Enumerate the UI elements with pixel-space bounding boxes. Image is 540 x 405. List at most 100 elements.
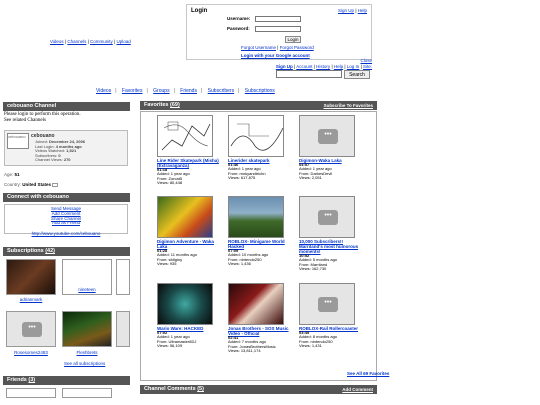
subscription-name[interactable]: nineteen [62,287,112,292]
videos-link[interactable]: Videos [50,39,64,44]
video-thumbnail[interactable] [157,115,213,157]
nav-favorites[interactable]: Favorites [122,88,143,94]
channel-url[interactable]: http://www.youtube.com/cebouano [4,231,128,236]
subscription-thumb[interactable] [62,311,112,347]
add-friend-link[interactable]: Add as Friend [5,221,127,226]
see-all-subscriptions-link[interactable]: See all subscriptions [64,361,105,366]
video-views: Views: 2,051 [299,175,322,181]
subscription-thumb[interactable]: ••• [6,311,56,347]
profile-details: Joined: December 24, 2006 Last Login: 4 … [35,139,86,163]
upload-link[interactable]: Upload [116,39,130,44]
video-thumbnail[interactable]: ••• [299,115,355,157]
help-link[interactable]: Help [358,8,367,13]
close-link[interactable]: Close [360,58,372,63]
video-views: Views: 13,811,174 [228,348,261,354]
friend-thumb[interactable] [62,388,112,398]
password-input[interactable] [255,26,301,32]
flag-icon [52,182,59,187]
profile-box: cebouano cebouano Joined: December 24, 2… [4,130,128,166]
nav-friends[interactable]: Friends [180,88,197,94]
video-views: Views: 935 [157,261,177,267]
video-item: ••• Digimon-Waka Laka 04:57 Added: 1 yea… [299,115,363,181]
video-title[interactable]: 10,000 Subscribers!! Marriland's most hu… [299,239,363,254]
utility-links: Sign Up | Account | History | Help | Log… [275,64,372,69]
age-country: Age: 51 Country: United States [4,170,59,190]
placeholder-icon: ••• [318,297,338,312]
nav-groups[interactable]: Groups [153,88,169,94]
video-item: Jonas Brothers - SOS Music Video - Offic… [228,283,292,354]
login-box: Login Sign Up | Help Username: Password:… [186,4,372,60]
video-views: Views: 80,448 [157,180,183,186]
see-all-favorites-link[interactable]: See All 69 Favorites [347,371,389,376]
forgot-username-link[interactable]: Forgot Username [241,45,276,50]
nav-subscribers[interactable]: Subscribers [208,88,234,94]
video-item: Linerider skatepark 01:46 Added: 1 year … [228,115,292,181]
avatar[interactable]: cebouano [7,133,29,149]
nav-videos[interactable]: Videos [96,88,111,94]
search-button[interactable]: Search [344,70,370,79]
forgot-password-link[interactable]: Forgot Password [280,45,314,50]
friends-count[interactable]: (3) [28,377,35,383]
login-button[interactable]: Login [285,36,301,43]
video-item: Wario Ware: HACKED 07:02 Added: 1 year a… [157,283,221,349]
channel-header: cebouano Channel [3,102,130,111]
util-signup-link[interactable]: Sign Up [276,64,293,69]
friend-thumb[interactable] [6,388,56,398]
related-channels-text: See related Channels [4,118,46,123]
connect-header: Connect with cebouano [3,193,130,202]
subscriptions-header: Subscriptions (42) [3,247,130,256]
video-item: ••• ROBLOX-Rail Rollercoaster 03:49 Adde… [299,283,363,349]
subscription-name[interactable]: Rosesomes2483 [6,350,56,355]
password-label: Password: [227,26,250,31]
comments-count[interactable]: (5) [197,386,204,392]
sketch-drawing [161,121,211,151]
video-item: Line Rider Skatepark (Misha) (Extravagan… [157,115,221,186]
friends-header: Friends (3) [3,376,130,385]
nav-subscriptions[interactable]: Subscriptions [245,88,275,94]
community-link[interactable]: Community [90,39,113,44]
video-thumbnail[interactable] [157,196,213,238]
signup-link[interactable]: Sign Up [338,8,354,13]
video-thumbnail[interactable] [157,283,213,325]
favorites-header: Favorites (69) Subscribe To Favorites [140,101,377,110]
util-login-link[interactable]: Log In [347,64,360,69]
channels-link[interactable]: Channels [67,39,86,44]
subscription-name[interactable]: adrianmark [6,297,56,302]
video-thumbnail[interactable] [228,115,284,157]
favorites-count[interactable]: (69) [170,102,180,108]
top-links: Videos | Channels | Community | Upload [50,39,131,44]
search-input[interactable] [276,70,342,78]
login-title: Login [191,8,208,14]
placeholder-icon: ••• [318,129,338,144]
subscription-thumb[interactable] [116,259,130,295]
subscription-thumb[interactable] [6,259,56,295]
username-label: Username: [227,16,251,21]
comments-header: Channel Comments (5) Add Comment [140,385,377,394]
history-link[interactable]: History [316,64,330,69]
subscriptions-count[interactable]: (42) [45,248,55,254]
video-thumbnail[interactable] [228,283,284,325]
video-views: Views: 617,875 [228,175,256,181]
video-item: Digimon Adventure - Waka Laka 01:28 Adde… [157,196,221,267]
connect-links: Send Message Add Comment Share Channel A… [4,204,128,234]
username-input[interactable] [255,16,301,22]
subscription-thumb[interactable] [116,311,130,347]
subscription-name[interactable]: Fleshbrets [62,350,112,355]
video-views: Views: 1,436 [228,261,251,267]
add-comment-button[interactable]: Add Comment [342,385,373,394]
video-views: Views: 56,109 [157,343,183,349]
video-thumbnail[interactable] [228,196,284,238]
account-link[interactable]: Account [296,64,312,69]
subscribe-favorites-link[interactable]: Subscribe To Favorites [324,101,373,110]
channel-nav: Videos | Favorites | Groups | Friends | Subs… [96,88,275,94]
video-thumbnail[interactable]: ••• [299,196,355,238]
video-thumbnail[interactable]: ••• [299,283,355,325]
util-help-link[interactable]: Help [334,64,343,69]
google-login-link[interactable]: Login with your Google account [241,53,310,58]
video-item: ••• 10,000 Subscribers!! Marriland's mos… [299,196,363,272]
video-item: ROBLOX- Minigame World Hacked 07:09 Adde… [228,196,292,267]
skatepark-drawing [230,123,283,151]
video-views: Views: 1,431 [299,343,322,349]
site-link[interactable]: Site: [363,64,372,69]
placeholder-icon: ••• [318,210,338,225]
